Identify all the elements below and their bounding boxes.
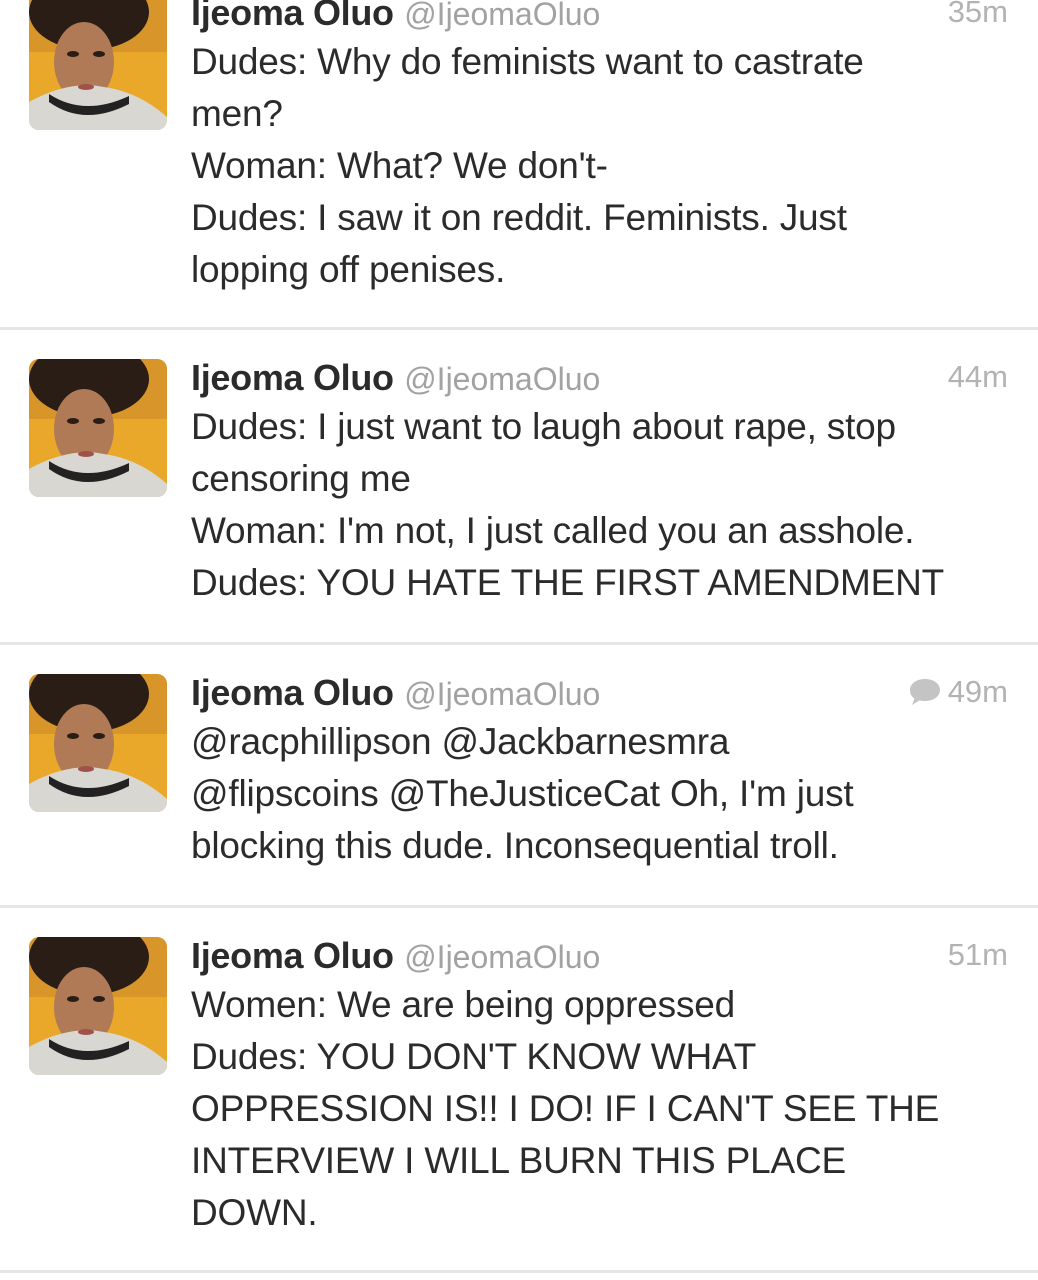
timestamp: 44m: [948, 359, 1008, 395]
tweet-header: Ijeoma Oluo @IjeomaOluo 49m: [191, 672, 1008, 713]
author-name[interactable]: Ijeoma Oluo: [191, 935, 394, 976]
speech-bubble-icon: [908, 677, 942, 707]
avatar[interactable]: [29, 359, 167, 497]
author-name[interactable]: Ijeoma Oluo: [191, 357, 394, 398]
tweet-line: lopping off penises.: [191, 249, 506, 290]
author-handle[interactable]: @IjeomaOluo: [404, 939, 600, 975]
tweet-line: DOWN.: [191, 1192, 318, 1233]
avatar[interactable]: [29, 0, 167, 130]
tweet-text: @racphillipson @Jackbarnesmra @flipscoin…: [191, 716, 1008, 872]
tweet-line: Dudes: I saw it on reddit. Feminists. Ju…: [191, 197, 847, 238]
tweet-line: @racphillipson @Jackbarnesmra: [191, 721, 730, 762]
author-handle[interactable]: @IjeomaOluo: [404, 0, 600, 32]
tweet-line: INTERVIEW I WILL BURN THIS PLACE: [191, 1140, 846, 1181]
tweet-line: Woman: What? We don't-: [191, 145, 608, 186]
author-handle[interactable]: @IjeomaOluo: [404, 676, 600, 712]
time-label: 49m: [947, 674, 1008, 709]
tweet-line: OPPRESSION IS!! I DO! IF I CAN'T SEE THE: [191, 1088, 940, 1129]
tweet-line: censoring me: [191, 458, 411, 499]
tweet-line: men?: [191, 93, 283, 134]
tweet-text: Dudes: I just want to laugh about rape, …: [191, 401, 1008, 609]
tweet-line: blocking this dude. Inconsequential trol…: [191, 825, 839, 866]
tweet[interactable]: Ijeoma Oluo @IjeomaOluo 44m Dudes: I jus…: [0, 330, 1038, 645]
timestamp: 51m: [948, 937, 1008, 973]
time-label: 35m: [947, 0, 1008, 29]
tweet-text: Women: We are being oppressed Dudes: YOU…: [191, 979, 1008, 1239]
tweet-line: Women: We are being oppressed: [191, 984, 736, 1025]
tweet-line: Woman: I'm not, I just called you an ass…: [191, 510, 915, 551]
tweet-line: Dudes: YOU HATE THE FIRST AMENDMENT: [191, 562, 945, 603]
time-label: 51m: [947, 937, 1008, 972]
tweet-header: Ijeoma Oluo @IjeomaOluo 35m: [191, 0, 1008, 33]
timestamp: 35m: [948, 0, 1008, 30]
tweet-line: @flipscoins @TheJusticeCat Oh, I'm just: [191, 773, 854, 814]
tweet-header: Ijeoma Oluo @IjeomaOluo 51m: [191, 935, 1008, 976]
timestamp: 49m: [908, 674, 1008, 710]
time-label: 44m: [947, 359, 1008, 394]
tweet[interactable]: Ijeoma Oluo @IjeomaOluo 49m @racphillips…: [0, 645, 1038, 908]
tweet-line: Dudes: YOU DON'T KNOW WHAT: [191, 1036, 757, 1077]
author-name[interactable]: Ijeoma Oluo: [191, 0, 394, 33]
avatar[interactable]: [29, 674, 167, 812]
tweet-text: Dudes: Why do feminists want to castrate…: [191, 36, 1008, 296]
author-name[interactable]: Ijeoma Oluo: [191, 672, 394, 713]
tweet[interactable]: Ijeoma Oluo @IjeomaOluo 51m Women: We ar…: [0, 908, 1038, 1273]
tweet[interactable]: Ijeoma Oluo @IjeomaOluo 35m Dudes: Why d…: [0, 0, 1038, 330]
author-handle[interactable]: @IjeomaOluo: [404, 361, 600, 397]
tweet-line: Dudes: I just want to laugh about rape, …: [191, 406, 896, 447]
tweet-header: Ijeoma Oluo @IjeomaOluo 44m: [191, 357, 1008, 398]
avatar[interactable]: [29, 937, 167, 1075]
tweet-line: Dudes: Why do feminists want to castrate: [191, 41, 864, 82]
tweet-timeline: Ijeoma Oluo @IjeomaOluo 35m Dudes: Why d…: [0, 0, 1038, 1280]
